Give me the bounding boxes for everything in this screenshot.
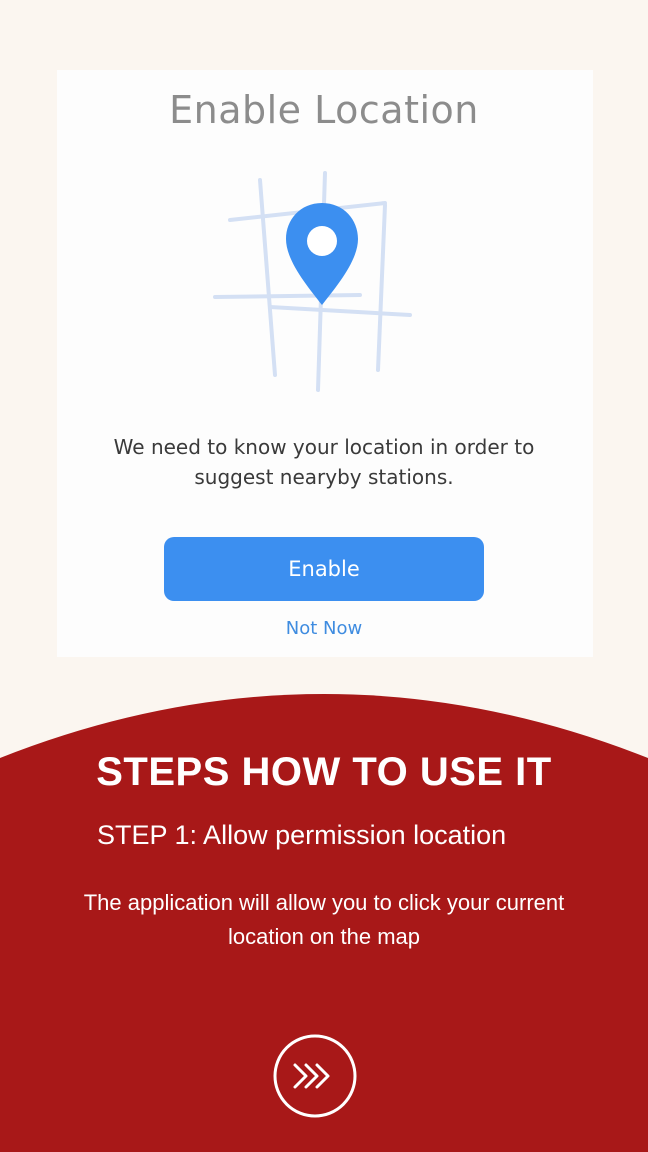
dialog-title: Enable Location [169,88,479,132]
step-label: STEP 1: Allow permission location [97,820,507,850]
enable-button[interactable]: Enable [164,537,484,601]
map-pin-icon [286,203,358,305]
triple-chevron-right-icon [293,1063,330,1089]
step-description: The application will allow you to click … [83,890,565,949]
next-button[interactable] [273,1034,357,1118]
map-illustration [213,171,412,392]
steps-heading: STEPS HOW TO USE IT [96,750,552,794]
not-now-link[interactable]: Not Now [0,618,648,639]
dialog-message: We need to know your location in order t… [113,435,535,489]
